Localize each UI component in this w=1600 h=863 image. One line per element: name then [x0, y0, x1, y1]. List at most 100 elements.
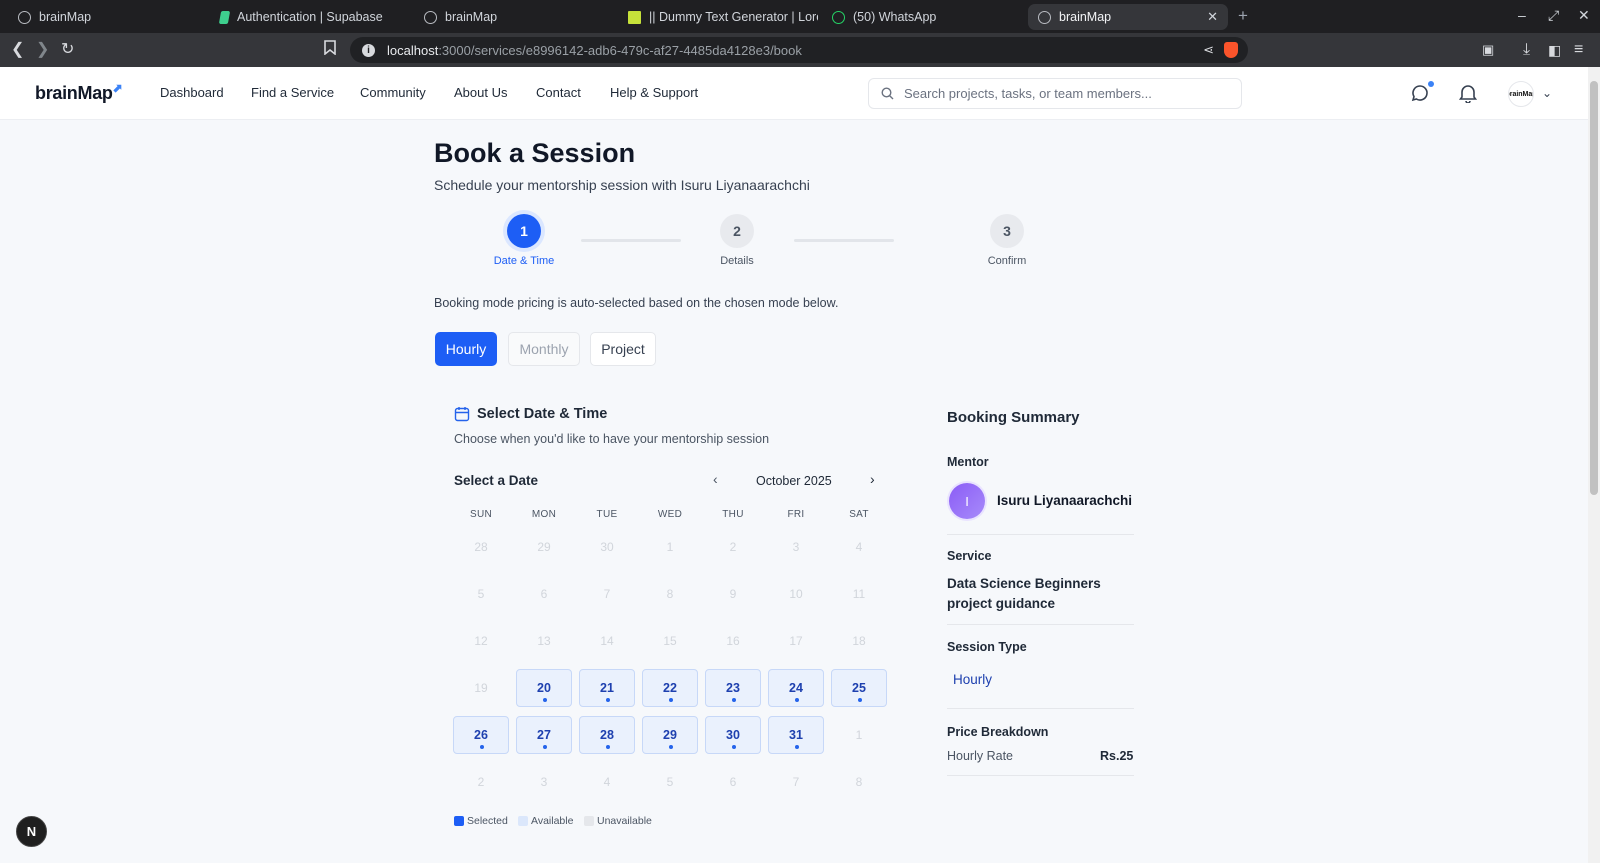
calendar-day-available[interactable]: 27: [516, 716, 572, 754]
calendar-day-unavailable: 17: [789, 634, 803, 648]
calendar-day-unavailable: 5: [477, 587, 485, 601]
next-month-icon[interactable]: ›: [870, 471, 875, 487]
browser-tab[interactable]: (50) WhatsApp: [822, 4, 1022, 30]
step-3-label: Confirm: [987, 255, 1027, 267]
nav-community[interactable]: Community: [360, 85, 426, 100]
minimize-icon[interactable]: –: [1518, 7, 1526, 23]
calendar-day-unavailable: 2: [477, 775, 485, 789]
calendar-day-unavailable: 10: [789, 587, 803, 601]
session-type-label: Session Type: [947, 640, 1027, 654]
browser-tab[interactable]: brainMap: [414, 4, 614, 30]
calendar-day-available[interactable]: 23: [705, 669, 761, 707]
download-icon[interactable]: ⤓: [1523, 40, 1530, 60]
reload-icon[interactable]: ↻: [61, 40, 74, 60]
calendar-day-unavailable: 16: [726, 634, 740, 648]
calendar-day-available[interactable]: 21: [579, 669, 635, 707]
sidebar-icon[interactable]: ◧: [1548, 40, 1561, 60]
calendar-day-available[interactable]: 31: [768, 716, 824, 754]
close-window-icon[interactable]: ✕: [1578, 7, 1590, 24]
prev-month-icon[interactable]: ‹: [713, 471, 718, 487]
weekday-header: SAT: [849, 509, 869, 520]
share-icon[interactable]: ⋖: [1203, 42, 1214, 58]
forward-icon[interactable]: ❯: [36, 40, 49, 60]
page-subtitle: Schedule your mentorship session with Is…: [434, 177, 810, 193]
brand-logo[interactable]: brainMap⬈: [35, 81, 123, 104]
chevron-down-icon[interactable]: ⌄: [1542, 86, 1552, 100]
new-tab-icon[interactable]: +: [1238, 6, 1248, 26]
user-avatar[interactable]: brainMap: [1508, 81, 1534, 107]
calendar-day-available[interactable]: 29: [642, 716, 698, 754]
weekday-header: SUN: [469, 509, 492, 520]
bell-icon[interactable]: [1458, 83, 1481, 105]
calendar-day-available[interactable]: 22: [642, 669, 698, 707]
browser-tab-active[interactable]: brainMap ✕: [1028, 4, 1228, 30]
address-bar[interactable]: i localhost:3000/services/e8996142-adb6-…: [350, 37, 1248, 63]
brave-shield-icon[interactable]: [1224, 42, 1238, 58]
browser-tab-bar: brainMap Authentication | Supabase brain…: [0, 0, 1600, 33]
step-1-label: Date & Time: [493, 255, 555, 267]
calendar-day-available[interactable]: 24: [768, 669, 824, 707]
legend-swatch: [454, 816, 464, 826]
menu-icon[interactable]: ≡: [1574, 40, 1583, 60]
browser-tab[interactable]: || Dummy Text Generator | Lore: [618, 4, 818, 30]
nav-find-a-service[interactable]: Find a Service: [251, 85, 334, 100]
nav-about-us[interactable]: About Us: [454, 85, 507, 100]
calendar-day-unavailable: 8: [666, 587, 674, 601]
scrollbar-thumb[interactable]: [1590, 81, 1598, 495]
calendar-day-unavailable: 3: [792, 540, 800, 554]
mentor-name: Isuru Liyanaarachchi: [997, 493, 1133, 508]
site-info-icon[interactable]: i: [362, 43, 375, 57]
mentor-label: Mentor: [947, 455, 989, 469]
nav-contact[interactable]: Contact: [536, 85, 581, 100]
step-1-circle: 1: [507, 214, 541, 248]
calendar-day-unavailable: 4: [855, 540, 863, 554]
calendar-day-available[interactable]: 26: [453, 716, 509, 754]
hourly-rate-value: Rs.25: [1100, 749, 1134, 763]
step-connector: [581, 239, 681, 242]
calendar-day-available[interactable]: 28: [579, 716, 635, 754]
mode-project-button[interactable]: Project: [590, 332, 656, 366]
calendar-day-unavailable: 5: [666, 775, 674, 789]
summary-divider: [947, 534, 1134, 535]
mode-monthly-button[interactable]: Monthly: [508, 332, 580, 366]
nav-help-support[interactable]: Help & Support: [610, 85, 698, 100]
calendar-day-unavailable: 9: [729, 587, 737, 601]
calendar-day-unavailable: 30: [600, 540, 614, 554]
supabase-icon: [218, 10, 231, 24]
weekday-header: WED: [657, 509, 683, 520]
calendar-day-unavailable: 29: [537, 540, 551, 554]
legend-selected: Selected: [454, 815, 508, 827]
messages-icon[interactable]: [1410, 81, 1434, 105]
calendar-day-unavailable: 1: [666, 540, 674, 554]
browser-tab[interactable]: Authentication | Supabase: [210, 4, 410, 30]
weekday-header: TUE: [596, 509, 618, 520]
legend-available: Available: [518, 815, 573, 827]
search-input[interactable]: Search projects, tasks, or team members.…: [868, 78, 1242, 109]
summary-divider: [947, 624, 1134, 625]
calendar-day-unavailable: 28: [474, 540, 488, 554]
calendar-day-available[interactable]: 20: [516, 669, 572, 707]
browser-tab[interactable]: brainMap: [8, 4, 208, 30]
calendar-day-unavailable: 12: [474, 634, 488, 648]
calendar-day-available[interactable]: 25: [831, 669, 887, 707]
calendar-day-unavailable: 3: [540, 775, 548, 789]
globe-icon: [424, 10, 437, 24]
mode-hourly-button[interactable]: Hourly: [435, 332, 497, 366]
calendar-day-available[interactable]: 30: [705, 716, 761, 754]
page-scrollbar[interactable]: [1588, 67, 1600, 863]
screenshot-icon[interactable]: ▣: [1482, 40, 1494, 60]
calendar-day-unavailable: 18: [852, 634, 866, 648]
nav-dashboard[interactable]: Dashboard: [160, 85, 224, 100]
section-subtitle: Choose when you'd like to have your ment…: [454, 432, 770, 446]
summary-title: Booking Summary: [947, 409, 1080, 426]
calendar-day-unavailable: 6: [729, 775, 737, 789]
nextjs-devtools-button[interactable]: N: [16, 816, 47, 847]
restore-icon[interactable]: ⤢: [1548, 7, 1559, 24]
close-tab-icon[interactable]: ✕: [1207, 9, 1218, 25]
weekday-header: THU: [722, 509, 744, 520]
page-title: Book a Session: [434, 138, 636, 168]
whatsapp-icon: [832, 10, 845, 24]
back-icon[interactable]: ❮: [11, 40, 24, 60]
legend-swatch: [518, 816, 528, 826]
bookmark-icon[interactable]: [324, 40, 336, 61]
